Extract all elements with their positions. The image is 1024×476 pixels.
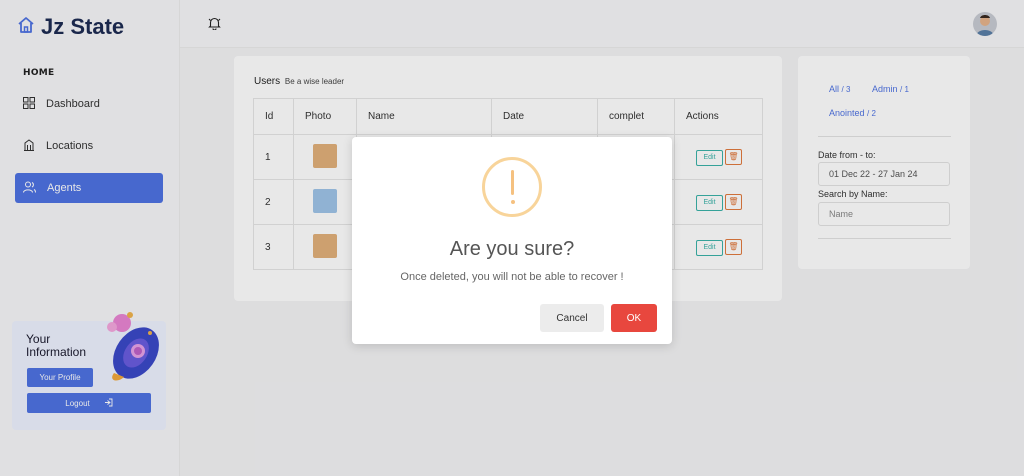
dialog-message: Once deleted, you will not be able to re…: [400, 271, 624, 283]
warning-icon: [482, 157, 542, 217]
ok-button[interactable]: OK: [611, 304, 657, 332]
dialog-title: Are you sure?: [449, 238, 575, 260]
confirm-dialog: Are you sure? Once deleted, you will not…: [352, 137, 672, 344]
cancel-button[interactable]: Cancel: [540, 304, 604, 332]
